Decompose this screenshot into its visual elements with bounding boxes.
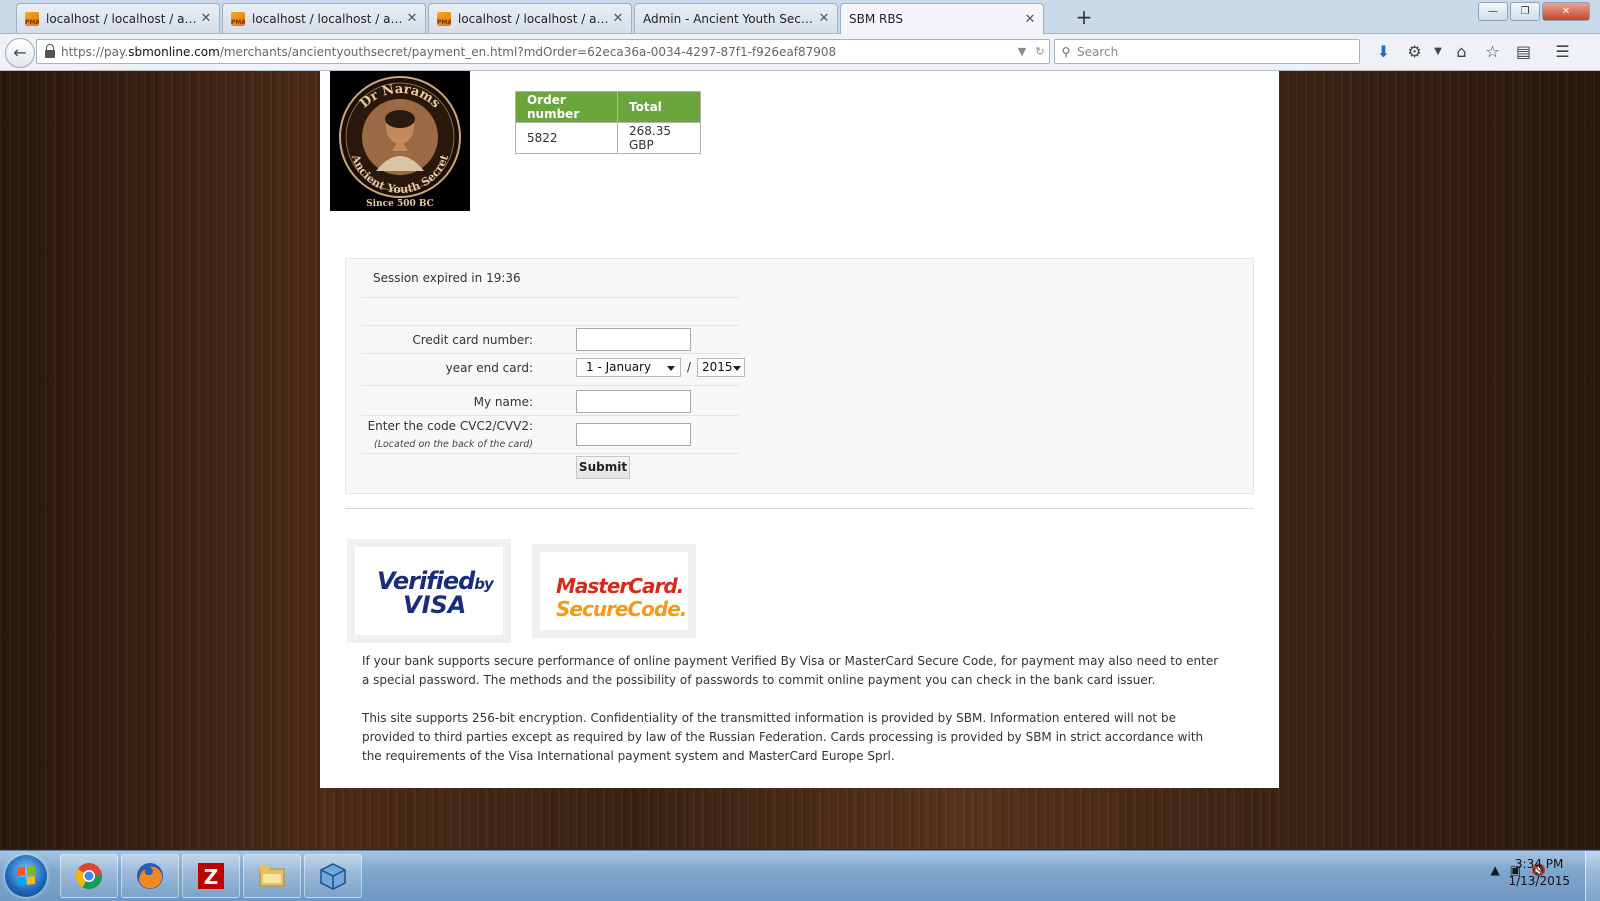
merchant-logo: Dr Narams Ancient Youth Secret Since 500… — [330, 71, 470, 211]
bookmark-star-icon[interactable]: ☆ — [1477, 40, 1508, 64]
search-icon: ⚲ — [1061, 44, 1071, 59]
window-close-icon[interactable]: ✕ — [1542, 2, 1590, 21]
reload-icon[interactable]: ↻ — [1031, 45, 1049, 58]
menu-icon[interactable]: ☰ — [1547, 40, 1578, 64]
cvc-input[interactable] — [576, 423, 691, 446]
clock-date: 1/13/2015 — [1508, 874, 1570, 888]
close-tab-icon[interactable]: ✕ — [405, 11, 419, 26]
name-row: My name: — [361, 385, 739, 416]
info-paragraph-1: If your bank supports secure performance… — [362, 654, 1219, 687]
order-number-value: 5822 — [515, 122, 618, 154]
mastercard-line1: MasterCard. — [556, 574, 684, 598]
close-tab-icon[interactable]: ✕ — [817, 11, 831, 26]
virtualbox-icon[interactable] — [304, 854, 362, 898]
chrome-icon[interactable] — [60, 854, 118, 898]
browser-tab-3[interactable]: PMA localhost / localhost / ays_... ✕ — [428, 3, 632, 33]
extension-icon[interactable]: ⚙ — [1399, 40, 1430, 64]
browser-tab-1[interactable]: PMA localhost / localhost / ays_... ✕ — [16, 3, 220, 33]
clock-time: 3:34 PM — [1515, 857, 1564, 871]
windows-logo-icon — [17, 866, 35, 886]
info-paragraph-2: This site supports 256-bit encryption. C… — [362, 711, 1204, 763]
visa-line2: VISA — [403, 591, 467, 619]
chevron-down-icon — [733, 366, 741, 371]
show-desktop-button[interactable] — [1585, 851, 1600, 901]
name-input[interactable] — [576, 390, 691, 413]
new-tab-button[interactable]: + — [1072, 5, 1096, 29]
month-selected-value: 1 - January — [586, 360, 652, 374]
cvc-row: Enter the code CVC2/CVV2: (Located on th… — [361, 415, 739, 454]
browser-nav-bar: ← https://pay.sbmonline.com/merchants/an… — [0, 34, 1600, 71]
address-bar[interactable]: https://pay.sbmonline.com/merchants/anci… — [36, 39, 1050, 64]
divider — [345, 508, 1254, 509]
expiry-label: year end card: — [445, 361, 533, 375]
tab-label: localhost / localhost / ays_... — [46, 11, 199, 26]
restore-icon[interactable]: ❐ — [1510, 2, 1540, 21]
card-number-input[interactable] — [576, 328, 691, 351]
cvc-hint: (Located on the back of the card) — [373, 439, 533, 450]
phpmyadmin-icon: PMA — [437, 11, 451, 26]
total-header: Total — [617, 91, 701, 123]
download-icon[interactable]: ⬇ — [1368, 40, 1399, 64]
search-placeholder: Search — [1077, 44, 1119, 59]
payment-form: Session expired in 19:36 Credit card num… — [345, 258, 1254, 494]
svg-text:Z: Z — [204, 865, 219, 889]
close-tab-icon[interactable]: ✕ — [611, 11, 625, 26]
lock-icon — [45, 43, 55, 58]
name-label: My name: — [473, 395, 533, 409]
filezilla-icon[interactable]: Z — [182, 854, 240, 898]
start-button[interactable] — [5, 855, 47, 897]
browser-tab-2[interactable]: PMA localhost / localhost / ays_... ✕ — [222, 3, 426, 33]
mastercard-securecode-badge: MasterCard. SecureCode. — [532, 544, 696, 638]
verified-by-visa-badge: Verifiedby VISA — [347, 539, 511, 643]
system-clock[interactable]: 3:34 PM 1/13/2015 — [1508, 856, 1570, 890]
mastercard-line2: SecureCode. — [556, 597, 687, 621]
order-number-header: Order number — [515, 91, 618, 123]
session-timer: Session expired in 19:36 — [373, 271, 521, 285]
year-selected-value: 2015 — [702, 360, 733, 374]
phpmyadmin-icon: PMA — [25, 11, 39, 26]
toolbar-icons: ⬇ ⚙ ▼ ⌂ ☆ ▤ ☰ — [1368, 40, 1578, 64]
browser-tab-4[interactable]: Admin - Ancient Youth Secrets ✕ — [634, 3, 838, 33]
page-viewport: Dr Narams Ancient Youth Secret Since 500… — [0, 71, 1600, 849]
date-separator: / — [687, 360, 692, 374]
expiry-row: year end card: 1 - January / 2015 — [361, 353, 745, 386]
browser-tab-5-active[interactable]: SBM RBS ✕ — [840, 3, 1044, 34]
card-number-label: Credit card number: — [412, 333, 533, 347]
back-arrow-icon[interactable]: ← — [5, 38, 35, 68]
expiry-year-select[interactable]: 2015 — [697, 358, 745, 377]
submit-button[interactable]: Submit — [576, 456, 630, 479]
submit-row: Submit — [361, 453, 739, 480]
expiry-month-select[interactable]: 1 - January — [576, 358, 681, 377]
reading-list-icon[interactable]: ▤ — [1508, 40, 1539, 64]
tab-label: localhost / localhost / ays_... — [458, 11, 611, 26]
chevron-down-icon — [667, 366, 675, 371]
logo-since-text: Since 500 BC — [366, 199, 434, 209]
tab-label: SBM RBS — [849, 12, 903, 26]
url-history-dropdown-icon[interactable]: ▼ — [1013, 45, 1031, 58]
home-icon[interactable]: ⌂ — [1446, 40, 1477, 64]
payment-page: Dr Narams Ancient Youth Secret Since 500… — [320, 71, 1279, 788]
total-value: 268.35 GBP — [617, 122, 701, 154]
order-summary-table: Order number Total 5822 268.35 GBP — [515, 91, 701, 154]
cvc-label: Enter the code CVC2/CVV2: (Located on th… — [367, 419, 533, 450]
search-input[interactable]: ⚲ Search — [1054, 39, 1360, 64]
phpmyadmin-icon: PMA — [231, 11, 245, 26]
form-spacer-row — [361, 297, 739, 326]
minimize-icon[interactable]: — — [1478, 2, 1508, 21]
firefox-icon[interactable] — [121, 854, 179, 898]
card-number-row: Credit card number: — [361, 325, 739, 354]
url-text[interactable]: https://pay.sbmonline.com/merchants/anci… — [61, 45, 1013, 59]
close-tab-icon[interactable]: ✕ — [1023, 12, 1037, 27]
windows-taskbar: Z ▲ ▣ 🔇 3:34 PM 1/13/2015 — [0, 850, 1600, 901]
close-tab-icon[interactable]: ✕ — [199, 11, 213, 26]
file-explorer-icon[interactable] — [243, 854, 301, 898]
chevron-down-icon[interactable]: ▼ — [1430, 40, 1446, 64]
tab-label: Admin - Ancient Youth Secrets — [643, 11, 817, 26]
browser-tab-strip: PMA localhost / localhost / ays_... ✕ PM… — [0, 0, 1600, 34]
tab-label: localhost / localhost / ays_... — [252, 11, 405, 26]
show-hidden-icons-icon[interactable]: ▲ — [1490, 863, 1499, 877]
window-controls: — ❐ ✕ — [1478, 2, 1590, 21]
